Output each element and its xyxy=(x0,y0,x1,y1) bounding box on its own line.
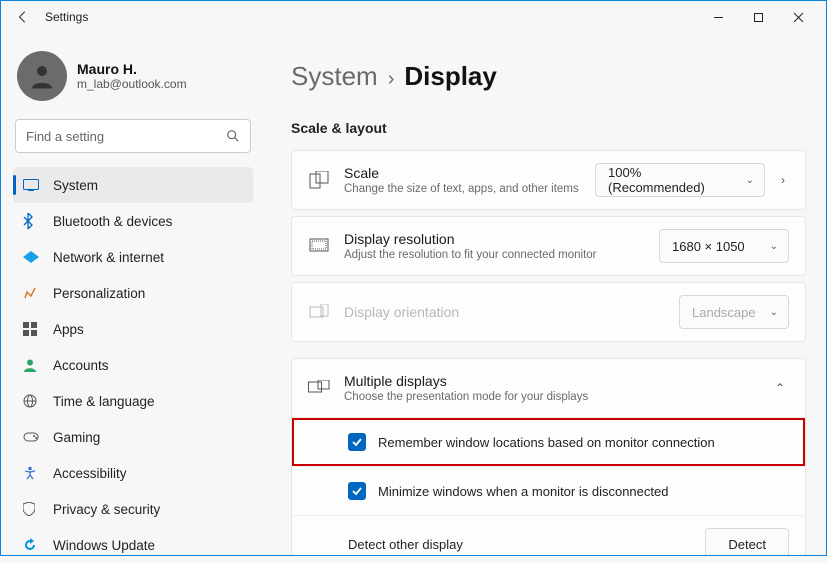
network-icon xyxy=(23,251,41,263)
nav-item-personalization[interactable]: Personalization xyxy=(13,275,253,311)
resolution-icon xyxy=(308,238,330,254)
displays-icon xyxy=(308,380,330,396)
resolution-desc: Adjust the resolution to fit your connec… xyxy=(344,249,645,261)
nav-label: Accounts xyxy=(53,358,109,373)
multiple-displays-row[interactable]: Multiple displays Choose the presentatio… xyxy=(292,359,805,417)
nav-label: Windows Update xyxy=(53,538,155,553)
nav-item-gaming[interactable]: Gaming xyxy=(13,419,253,455)
nav-item-network[interactable]: Network & internet xyxy=(13,239,253,275)
scale-icon xyxy=(308,171,330,189)
scale-row[interactable]: Scale Change the size of text, apps, and… xyxy=(291,150,806,210)
minimize-checkbox[interactable] xyxy=(348,482,366,500)
multiple-displays-desc: Choose the presentation mode for your di… xyxy=(344,391,753,403)
multiple-displays-title: Multiple displays xyxy=(344,373,753,389)
scale-title: Scale xyxy=(344,165,581,181)
chevron-down-icon: ⌄ xyxy=(770,241,778,252)
nav-label: Network & internet xyxy=(53,250,164,265)
orientation-select: Landscape ⌄ xyxy=(679,295,789,329)
maximize-button[interactable] xyxy=(738,3,778,31)
sidebar: Mauro H. m_lab@outlook.com Find a settin… xyxy=(1,33,261,555)
chevron-right-icon[interactable]: › xyxy=(773,173,789,187)
resolution-select[interactable]: 1680 × 1050 ⌄ xyxy=(659,229,789,263)
detect-label: Detect other display xyxy=(348,537,693,552)
scale-desc: Change the size of text, apps, and other… xyxy=(344,183,581,195)
update-icon xyxy=(23,538,41,552)
avatar xyxy=(17,51,67,101)
orientation-icon xyxy=(308,304,330,320)
window-title: Settings xyxy=(45,10,88,24)
accessibility-icon xyxy=(23,466,41,480)
user-email: m_lab@outlook.com xyxy=(77,77,187,91)
nav-label: Privacy & security xyxy=(53,502,160,517)
apps-icon xyxy=(23,322,41,336)
breadcrumb-root[interactable]: System xyxy=(291,61,378,92)
privacy-icon xyxy=(23,502,41,516)
section-title: Scale & layout xyxy=(291,120,806,136)
accounts-icon xyxy=(23,358,41,372)
detect-button[interactable]: Detect xyxy=(705,528,789,555)
back-button[interactable] xyxy=(9,10,37,24)
nav-item-privacy[interactable]: Privacy & security xyxy=(13,491,253,527)
multiple-displays-group: Multiple displays Choose the presentatio… xyxy=(291,358,806,555)
personalization-icon xyxy=(23,286,41,300)
nav-label: Gaming xyxy=(53,430,100,445)
remember-locations-row[interactable]: Remember window locations based on monit… xyxy=(292,418,805,466)
nav-item-time-language[interactable]: Time & language xyxy=(13,383,253,419)
chevron-down-icon: ⌄ xyxy=(746,175,754,186)
breadcrumb-page: Display xyxy=(404,61,497,92)
orientation-row: Display orientation Landscape ⌄ xyxy=(291,282,806,342)
minimize-windows-row[interactable]: Minimize windows when a monitor is disco… xyxy=(292,467,805,515)
remember-label: Remember window locations based on monit… xyxy=(378,435,715,450)
resolution-row[interactable]: Display resolution Adjust the resolution… xyxy=(291,216,806,276)
chevron-down-icon: ⌄ xyxy=(770,307,778,318)
search-input[interactable]: Find a setting xyxy=(15,119,251,153)
minimize-label: Minimize windows when a monitor is disco… xyxy=(378,484,668,499)
minimize-button[interactable] xyxy=(698,3,738,31)
detect-display-row: Detect other display Detect xyxy=(292,516,805,555)
nav-item-accounts[interactable]: Accounts xyxy=(13,347,253,383)
nav-item-apps[interactable]: Apps xyxy=(13,311,253,347)
nav-label: System xyxy=(53,178,98,193)
nav-item-system[interactable]: System xyxy=(13,167,253,203)
nav-label: Accessibility xyxy=(53,466,127,481)
nav-label: Apps xyxy=(53,322,84,337)
nav-item-bluetooth[interactable]: Bluetooth & devices xyxy=(13,203,253,239)
gaming-icon xyxy=(23,431,41,443)
nav-list: System Bluetooth & devices Network & int… xyxy=(13,167,253,563)
scale-select[interactable]: 100% (Recommended) ⌄ xyxy=(595,163,765,197)
nav-label: Personalization xyxy=(53,286,145,301)
breadcrumb-separator-icon: › xyxy=(388,68,395,91)
user-profile[interactable]: Mauro H. m_lab@outlook.com xyxy=(13,47,253,115)
nav-label: Time & language xyxy=(53,394,155,409)
remember-checkbox[interactable] xyxy=(348,433,366,451)
orientation-title: Display orientation xyxy=(344,304,665,320)
time-icon xyxy=(23,394,41,408)
system-icon xyxy=(23,179,41,191)
search-placeholder: Find a setting xyxy=(26,129,226,144)
close-button[interactable] xyxy=(778,3,818,31)
nav-label: Bluetooth & devices xyxy=(53,214,172,229)
bluetooth-icon xyxy=(23,213,41,229)
breadcrumb: System › Display xyxy=(291,61,806,92)
search-icon xyxy=(226,129,240,143)
resolution-title: Display resolution xyxy=(344,231,645,247)
chevron-up-icon[interactable]: ⌃ xyxy=(767,381,789,395)
nav-item-windows-update[interactable]: Windows Update xyxy=(13,527,253,563)
main-content: System › Display Scale & layout Scale Ch… xyxy=(261,33,826,555)
nav-item-accessibility[interactable]: Accessibility xyxy=(13,455,253,491)
user-name: Mauro H. xyxy=(77,61,187,77)
